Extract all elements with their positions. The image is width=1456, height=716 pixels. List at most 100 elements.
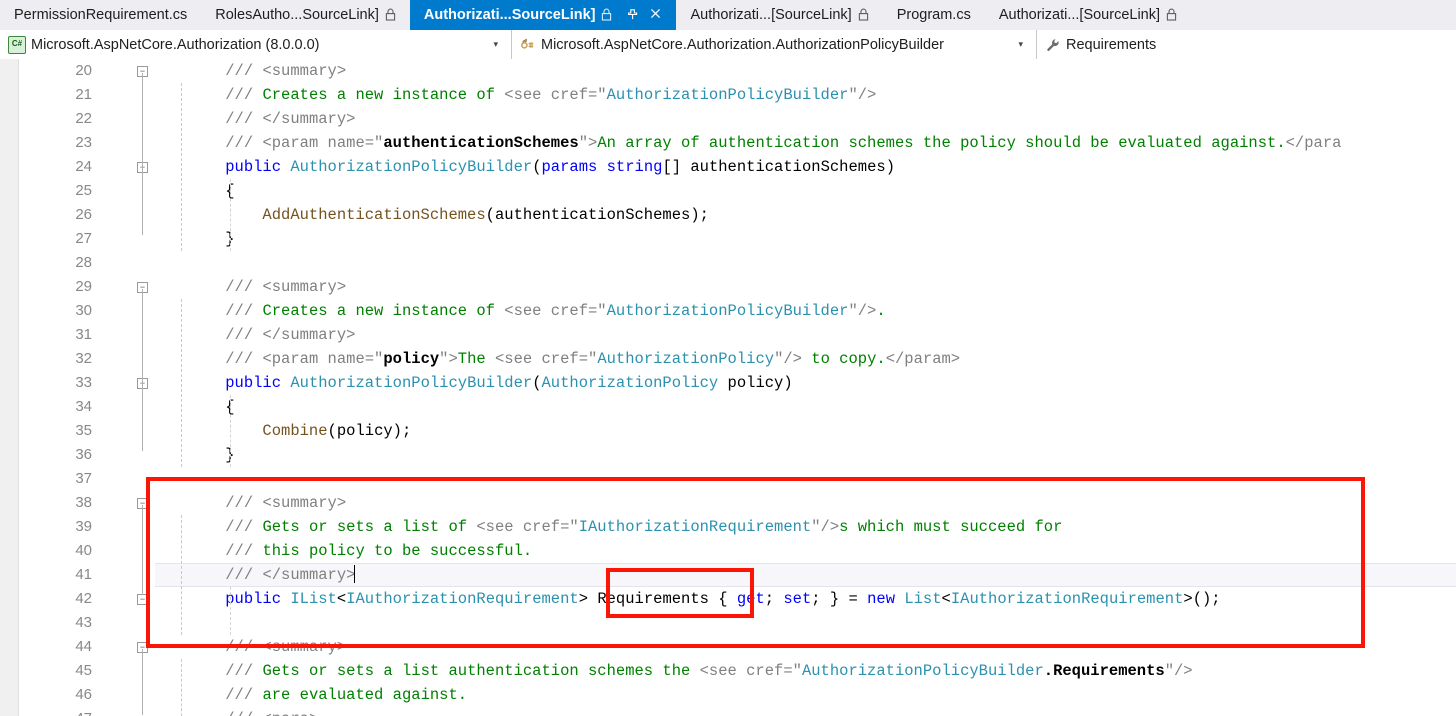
code-line-34[interactable]: 34 { — [0, 395, 1456, 419]
code-token: /// — [225, 278, 263, 296]
code-line-20[interactable]: 20− /// <summary> — [0, 59, 1456, 83]
code-token: IList — [290, 590, 337, 608]
code-token: { — [188, 398, 235, 416]
code-token: </summary> — [262, 326, 356, 344]
editor-tab-0[interactable]: PermissionRequirement.cs — [0, 0, 202, 30]
code-token: "> — [439, 350, 458, 368]
code-token: ; } = — [811, 590, 868, 608]
code-line-46[interactable]: 46 /// are evaluated against. — [0, 683, 1456, 707]
code-token: <summary> — [262, 494, 347, 512]
code-line-38[interactable]: 38− /// <summary> — [0, 491, 1456, 515]
code-token: are evaluated against. — [262, 686, 468, 704]
editor-tab-3[interactable]: Authorizati...[SourceLink] — [676, 0, 883, 30]
code-line-35[interactable]: 35 Combine(policy); — [0, 419, 1456, 443]
type-dropdown[interactable]: Microsoft.AspNetCore.Authorization.Autho… — [512, 30, 1037, 59]
code-line-30[interactable]: 30 /// Creates a new instance of <see cr… — [0, 299, 1456, 323]
code-token: new — [867, 590, 895, 608]
line-number: 20 — [75, 62, 92, 79]
code-token: /// — [225, 542, 263, 560]
indent-guide — [181, 515, 182, 635]
code-line-28[interactable]: 28 — [0, 251, 1456, 275]
code-structure-guide — [142, 289, 143, 451]
project-dropdown[interactable]: C# Microsoft.AspNetCore.Authorization (8… — [0, 30, 512, 59]
pin-icon[interactable] — [626, 8, 639, 23]
close-icon[interactable] — [649, 7, 662, 23]
code-line-text: /// <param name="policy">The <see cref="… — [188, 347, 960, 371]
code-token: IAuthorizationRequirement — [578, 518, 812, 536]
code-token: s which must succeed for — [839, 518, 1063, 536]
editor-tab-1[interactable]: RolesAutho...SourceLink] — [201, 0, 410, 30]
line-number: 22 — [75, 110, 92, 127]
code-line-23[interactable]: 23 /// <param name="authenticationScheme… — [0, 131, 1456, 155]
code-token: AuthorizationPolicyBuilder — [801, 662, 1044, 680]
code-token: "/> — [774, 350, 802, 368]
code-line-text: /// Gets or sets a list of <see cref="IA… — [188, 515, 1062, 539]
code-token: ; — [764, 590, 784, 608]
code-line-text: public AuthorizationPolicyBuilder(params… — [188, 155, 895, 179]
code-line-32[interactable]: 32 /// <param name="policy">The <see cre… — [0, 347, 1456, 371]
code-token: >(); — [1183, 590, 1221, 608]
editor-tab-label: Authorizati...SourceLink] — [423, 7, 596, 23]
fold-toggle-icon[interactable]: − — [137, 594, 148, 605]
code-token: public — [225, 590, 282, 608]
editor-tab-4[interactable]: Program.cs — [882, 0, 985, 30]
code-line-text: /// are evaluated against. — [188, 683, 467, 707]
code-line-24[interactable]: 24− public AuthorizationPolicyBuilder(pa… — [0, 155, 1456, 179]
code-token: </para — [1285, 134, 1342, 152]
chevron-down-icon[interactable]: ▾ — [1014, 39, 1032, 50]
code-token: public — [225, 158, 282, 176]
indent-guide — [181, 659, 182, 716]
code-line-40[interactable]: 40 /// this policy to be successful. — [0, 539, 1456, 563]
code-token: "/> — [848, 86, 877, 104]
line-number: 41 — [75, 566, 92, 583]
indent-guide — [230, 395, 231, 467]
code-line-44[interactable]: 44− /// <summary> — [0, 635, 1456, 659]
code-line-31[interactable]: 31 /// </summary> — [0, 323, 1456, 347]
editor-tab-5[interactable]: Authorizati...[SourceLink] — [984, 0, 1192, 30]
code-line-21[interactable]: 21 /// Creates a new instance of <see cr… — [0, 83, 1456, 107]
line-number: 47 — [56, 707, 92, 716]
code-token: ( — [485, 206, 495, 224]
code-line-text: /// <summary> — [188, 491, 346, 515]
code-line-text: /// </summary> — [188, 323, 355, 347]
line-number: 36 — [75, 446, 92, 463]
code-line-text: /// Gets or sets a list authentication s… — [188, 659, 1192, 683]
chevron-down-icon[interactable]: ▾ — [489, 39, 507, 50]
code-line-42[interactable]: 42− public IList<IAuthorizationRequireme… — [0, 587, 1456, 611]
code-line-27[interactable]: 27 } — [0, 227, 1456, 251]
code-line-45[interactable]: 45 /// Gets or sets a list authenticatio… — [0, 659, 1456, 683]
code-token: to copy. — [801, 350, 886, 368]
code-line-47[interactable]: 47 /// <para> — [0, 707, 1456, 716]
code-token: ); — [690, 206, 709, 224]
code-line-26[interactable]: 26 AddAuthenticationSchemes(authenticati… — [0, 203, 1456, 227]
code-token: /// — [225, 662, 263, 680]
code-token: /// — [225, 326, 263, 344]
code-token: Combine — [262, 422, 328, 440]
code-token: /// — [225, 350, 263, 368]
code-line-41[interactable]: 41 /// </summary> — [0, 563, 1456, 587]
code-editor-surface[interactable]: 20− /// <summary> 21 /// Creates a new in… — [0, 59, 1456, 716]
code-text-area[interactable]: 20− /// <summary> 21 /// Creates a new in… — [0, 59, 1456, 716]
code-token: { — [708, 590, 737, 608]
code-token: /// — [225, 518, 263, 536]
code-line-25[interactable]: 25 { — [0, 179, 1456, 203]
code-line-22[interactable]: 22 /// </summary> — [0, 107, 1456, 131]
code-line-39[interactable]: 39 /// Gets or sets a list of <see cref=… — [0, 515, 1456, 539]
line-number: 42 — [75, 590, 92, 607]
code-line-33[interactable]: 33− public AuthorizationPolicyBuilder(Au… — [0, 371, 1456, 395]
member-dropdown[interactable]: Requirements — [1037, 30, 1456, 59]
code-line-36[interactable]: 36 } — [0, 443, 1456, 467]
code-line-29[interactable]: 29− /// <summary> — [0, 275, 1456, 299]
code-token: AuthorizationPolicyBuilder — [290, 158, 533, 176]
type-dropdown-value: Microsoft.AspNetCore.Authorization.Autho… — [541, 36, 944, 53]
code-line-43[interactable]: 43 — [0, 611, 1456, 635]
code-line-37[interactable]: 37 — [0, 467, 1456, 491]
editor-tab-2[interactable]: Authorizati...SourceLink] — [409, 0, 677, 30]
